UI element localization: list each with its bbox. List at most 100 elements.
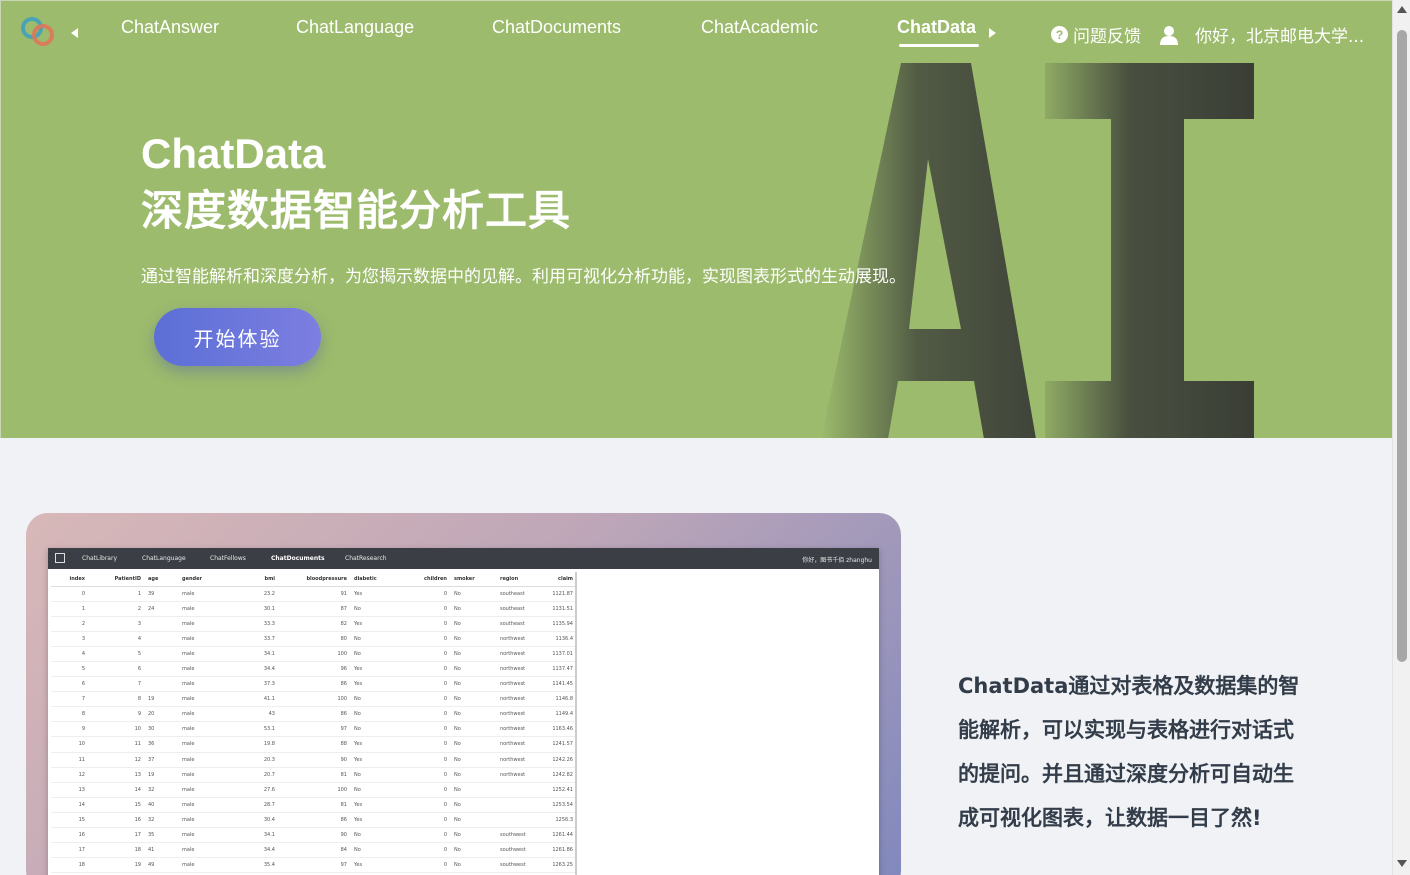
- start-experience-button[interactable]: 开始体验: [154, 308, 321, 366]
- mock-table-cell: No: [351, 631, 417, 647]
- mock-table-cell: No: [451, 631, 497, 647]
- top-nav: ChatAnswer ChatLanguage ChatDocuments Ch…: [1, 1, 1392, 57]
- mock-table-cell: 1137.47: [543, 661, 575, 678]
- mock-table-cell: 53.1: [239, 721, 279, 738]
- mock-table-row: 5 6 male 34.4 96 Yes 0 No northwest 1137.47: [51, 661, 575, 678]
- mock-table-cell: 37: [145, 752, 179, 768]
- tab-chatdata[interactable]: ChatData: [897, 17, 976, 38]
- page-scrollbar[interactable]: [1392, 0, 1410, 875]
- mock-table-row: 1 2 24 male 30.1 87 No 0 No southeast 1131.51: [51, 601, 575, 617]
- mock-table-row: 13 14 32 male 27.6 100 No 0 No 1252.41: [51, 782, 575, 798]
- mock-table-cell: [145, 631, 179, 647]
- scrollbar-thumb[interactable]: [1397, 30, 1407, 662]
- mock-table-cell: 86: [279, 812, 351, 829]
- mock-table-cell: 0: [417, 586, 451, 602]
- mock-table-cell: 0: [417, 842, 451, 859]
- mock-table-cell: 14: [89, 782, 145, 798]
- mock-table-cell: 41.1: [239, 691, 279, 708]
- mock-table-cell: 16: [89, 812, 145, 829]
- mock-table-cell: No: [451, 782, 497, 798]
- mock-table-cell: 40: [145, 797, 179, 813]
- mock-table-cell: 30.1: [239, 601, 279, 617]
- mock-table-cell: 86: [279, 676, 351, 693]
- tab-chatdocuments[interactable]: ChatDocuments: [492, 17, 621, 38]
- mock-table-cell: 18: [51, 857, 89, 874]
- mock-table-cell: southeast: [497, 601, 543, 617]
- mock-table-row: 14 15 40 male 28.7 81 Yes 0 No 1253.54: [51, 797, 575, 813]
- mock-column-header: diabetic: [351, 572, 417, 587]
- mock-table-cell: 37.3: [239, 676, 279, 693]
- mock-table-row: 15 16 32 male 30.4 86 Yes 0 No 1256.3: [51, 812, 575, 829]
- scroll-down-arrow-icon[interactable]: [1397, 860, 1407, 867]
- mock-table-cell: 1263.25: [543, 857, 575, 874]
- mock-tab: ChatFellows: [210, 555, 246, 562]
- mock-table-cell: 8: [51, 706, 89, 723]
- mock-table-cell: northwest: [497, 646, 543, 662]
- mock-table-cell: Yes: [351, 676, 417, 693]
- mock-table-cell: 1146.8: [543, 691, 575, 708]
- mock-table-cell: No: [351, 646, 417, 662]
- mock-table-row: 8 9 20 male 43 86 No 0 No northwest 1149.4: [51, 706, 575, 723]
- mock-table-cell: Yes: [351, 586, 417, 602]
- mock-table-cell: 1242.26: [543, 752, 575, 768]
- mock-table-cell: No: [451, 767, 497, 783]
- mock-table-row: 11 12 37 male 20.3 90 Yes 0 No northwest 1242.26: [51, 752, 575, 768]
- tab-chatanswer[interactable]: ChatAnswer: [121, 17, 219, 38]
- mock-table-cell: Yes: [351, 812, 417, 829]
- tab-chatacademic[interactable]: ChatAcademic: [701, 17, 818, 38]
- mock-table-cell: 5: [51, 661, 89, 678]
- mock-table-cell: male: [179, 767, 239, 783]
- app-logo-icon[interactable]: [19, 13, 57, 51]
- mock-column-header: region: [497, 572, 543, 587]
- mock-table-cell: male: [179, 646, 239, 662]
- mock-data-table: index PatientID age gender bmi bloodpressure d…: [51, 572, 577, 875]
- mock-tab: ChatLibrary: [82, 555, 118, 562]
- mock-table-cell: 0: [417, 797, 451, 813]
- mock-table-cell: 1136.4: [543, 631, 575, 647]
- mock-table-cell: male: [179, 721, 239, 738]
- mock-table-cell: 16: [51, 827, 89, 844]
- mock-table-cell: 13: [89, 767, 145, 783]
- mock-table-cell: male: [179, 827, 239, 844]
- nav-next-arrow-icon[interactable]: [989, 28, 996, 38]
- mock-tab-active: ChatDocuments: [271, 555, 325, 562]
- mock-table-cell: male: [179, 616, 239, 632]
- scroll-up-arrow-icon[interactable]: [1397, 6, 1407, 13]
- tab-chatlanguage[interactable]: ChatLanguage: [296, 17, 414, 38]
- mock-table-cell: male: [179, 661, 239, 678]
- mock-table-cell: male: [179, 812, 239, 829]
- mock-table-cell: 0: [417, 631, 451, 647]
- mock-table-cell: 32: [145, 782, 179, 798]
- mock-table-cell: No: [351, 691, 417, 708]
- mock-table-cell: 20.3: [239, 752, 279, 768]
- mock-tab: ChatResearch: [345, 555, 387, 562]
- mock-table-cell: 0: [417, 616, 451, 632]
- mock-table-cell: 0: [417, 676, 451, 693]
- user-menu[interactable]: 你好，北京邮电大学...: [1159, 22, 1364, 47]
- feedback-link[interactable]: ? 问题反馈: [1051, 22, 1141, 47]
- nav-prev-arrow-icon[interactable]: [71, 28, 78, 38]
- mock-table-cell: 81: [279, 767, 351, 783]
- mock-table-cell: 82: [279, 616, 351, 632]
- mock-table-cell: southwest: [497, 842, 543, 859]
- mock-table-cell: 1149.4: [543, 706, 575, 723]
- feature-description: ChatData通过对表格及数据集的智能解析，可以实现与表格进行对话式的提问。并…: [958, 674, 1300, 830]
- mock-table-cell: Yes: [351, 616, 417, 632]
- mock-table-cell: 1261.86: [543, 842, 575, 859]
- mock-table-cell: Yes: [351, 736, 417, 753]
- mock-table-cell: male: [179, 857, 239, 874]
- mock-table-cell: No: [451, 661, 497, 678]
- mock-table-cell: 33.7: [239, 631, 279, 647]
- mock-table-cell: 9: [51, 721, 89, 738]
- mock-table-cell: 0: [417, 812, 451, 829]
- mock-logo-icon: [55, 553, 65, 563]
- mock-table-cell: 18: [89, 842, 145, 859]
- mock-table-cell: 35.4: [239, 857, 279, 874]
- mock-table-cell: 9: [89, 706, 145, 723]
- user-icon: [1160, 25, 1178, 45]
- ai-letter-a: [821, 63, 1036, 438]
- mock-table-cell: 7: [51, 691, 89, 708]
- mock-table-cell: 1141.45: [543, 676, 575, 693]
- mock-table-cell: 4: [51, 646, 89, 662]
- mock-table-cell: No: [351, 767, 417, 783]
